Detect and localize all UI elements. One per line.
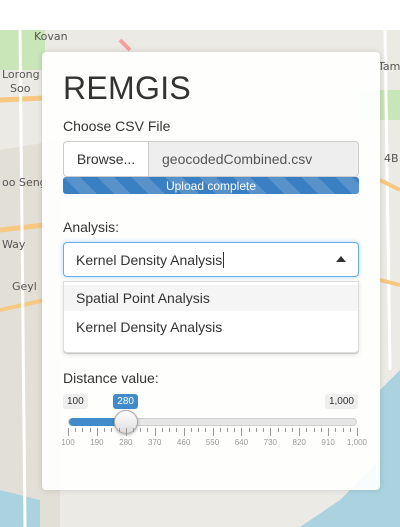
upload-status-text: Upload complete (165, 178, 257, 193)
minor-tick (277, 428, 279, 432)
minor-tick (263, 428, 265, 432)
option-kernel-density-analysis[interactable]: Kernel Density Analysis (64, 314, 358, 340)
distance-label: Distance value: (63, 370, 159, 386)
minor-tick (349, 428, 351, 432)
minor-tick (111, 428, 113, 432)
tick-label: 820 (292, 438, 306, 447)
tick-label: 640 (234, 438, 249, 447)
map-label-geyl: Geyl (12, 280, 37, 293)
caret-up-icon[interactable] (336, 256, 346, 262)
tick-label: 280 (119, 438, 133, 447)
browse-button[interactable]: Browse... (63, 141, 148, 177)
minor-tick (291, 428, 293, 432)
map-label-kovan: Kovan (34, 30, 68, 43)
minor-tick (255, 428, 257, 432)
minor-tick (284, 428, 286, 432)
control-panel: REMGIS Choose CSV File Browse... geocode… (42, 52, 380, 490)
major-tick (241, 428, 243, 436)
minor-tick (75, 428, 77, 432)
major-tick (357, 428, 358, 436)
tick-label: 100 (61, 438, 75, 447)
app-title: REMGIS (63, 70, 192, 106)
minor-tick (205, 428, 207, 432)
file-input-group: Browse... geocodedCombined.csv (63, 141, 359, 177)
minor-tick (226, 428, 228, 432)
tick-label: 550 (205, 438, 220, 447)
minor-tick (335, 428, 337, 432)
minor-tick (219, 428, 221, 432)
minor-tick (147, 428, 149, 432)
minor-tick (313, 428, 315, 432)
slider-min-label: 100 (63, 394, 88, 409)
tick-label: 1,000 (346, 438, 368, 447)
major-tick (183, 428, 185, 436)
upload-progress-bar: Upload complete (63, 177, 359, 194)
major-tick (299, 428, 301, 436)
minor-tick (342, 428, 344, 432)
minor-tick (161, 428, 163, 432)
minor-tick (198, 428, 200, 432)
tick-label: 370 (148, 438, 162, 447)
map-label-4b: 4B (384, 152, 399, 165)
major-tick (96, 428, 98, 436)
file-name-field: geocodedCombined.csv (148, 141, 359, 177)
analysis-label: Analysis: (63, 219, 120, 235)
map-label-lorong: Lorong (2, 68, 40, 81)
analysis-selected-value: Kernel Density Analysis (76, 251, 223, 268)
major-tick (125, 428, 127, 436)
minor-tick (190, 428, 192, 432)
major-tick (68, 428, 69, 436)
slider-max-label: 1,000 (324, 394, 358, 409)
minor-tick (320, 428, 322, 432)
major-tick (270, 428, 272, 436)
analysis-select[interactable]: Kernel Density Analysis (63, 242, 359, 277)
map-label-soo: Soo (10, 82, 31, 95)
map-label-oo-seng: oo Seng (2, 176, 47, 189)
distance-slider-track[interactable] (68, 418, 357, 426)
tick-label: 190 (90, 438, 104, 447)
minor-tick (82, 428, 84, 432)
major-tick (154, 428, 156, 436)
minor-tick (104, 428, 106, 432)
map-label-way: Way (2, 238, 26, 251)
analysis-dropdown-menu: Spatial Point Analysis Kernel Density An… (63, 281, 359, 353)
slider-value-label: 280 (113, 394, 138, 409)
tick-label: 730 (263, 438, 277, 447)
minor-tick (133, 428, 135, 432)
minor-tick (248, 428, 250, 432)
minor-tick (140, 428, 142, 432)
tick-label: 910 (321, 438, 335, 447)
major-tick (212, 428, 214, 436)
minor-tick (118, 428, 120, 432)
minor-tick (89, 428, 91, 432)
major-tick (328, 428, 330, 436)
file-input-label: Choose CSV File (63, 118, 171, 134)
minor-tick (234, 428, 236, 432)
option-spatial-point-analysis[interactable]: Spatial Point Analysis (64, 285, 358, 311)
tick-label: 460 (176, 438, 191, 447)
minor-tick (306, 428, 308, 432)
map-label-tampines: Tampine (378, 60, 400, 73)
text-cursor (223, 251, 225, 268)
minor-tick (169, 428, 171, 432)
minor-tick (176, 428, 178, 432)
